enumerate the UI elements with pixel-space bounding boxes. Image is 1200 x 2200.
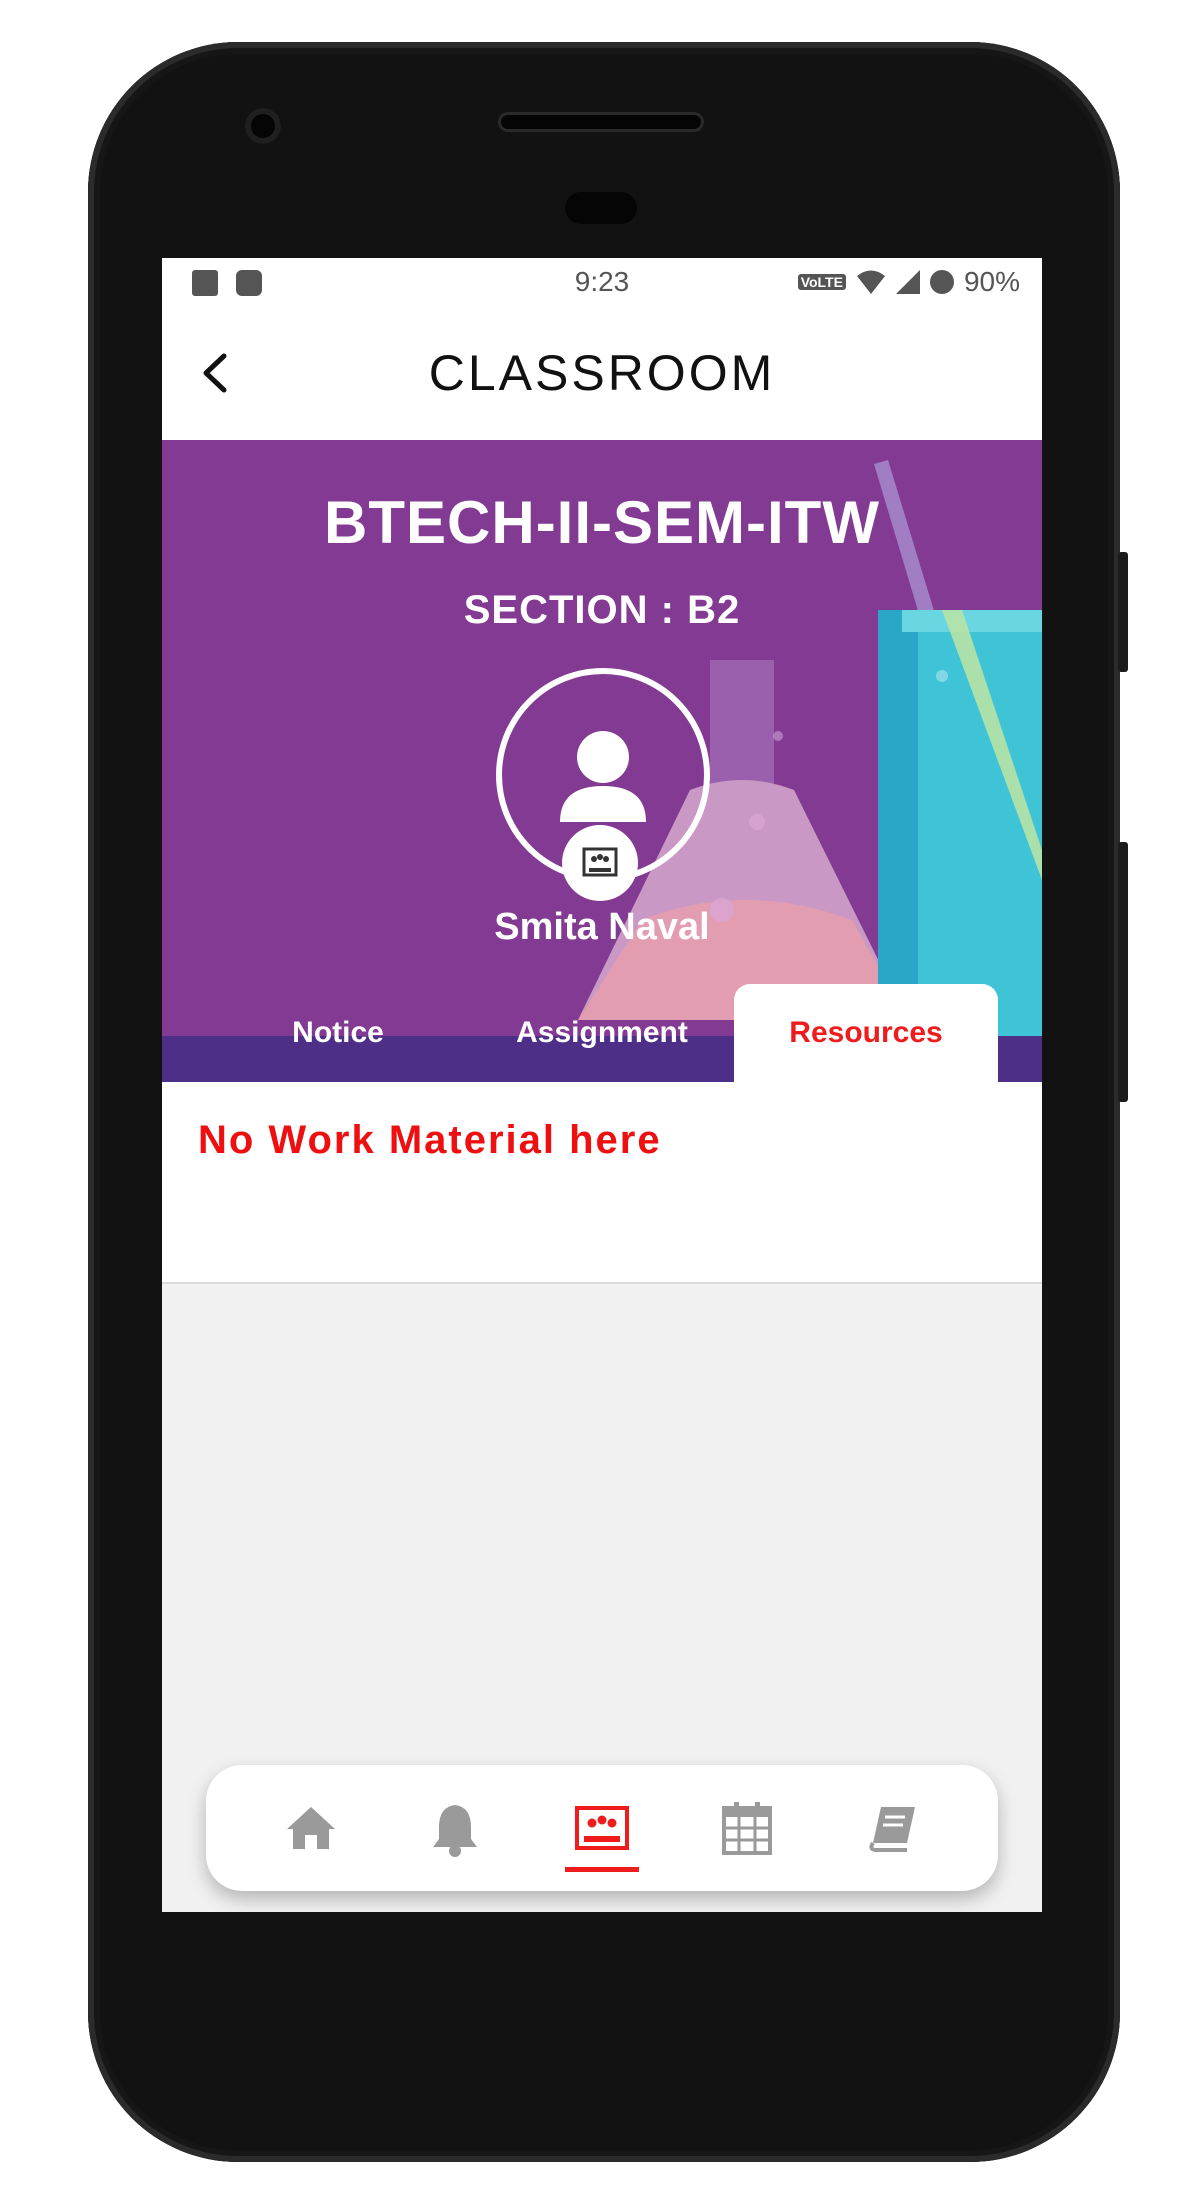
tab-notice[interactable]: Notice (206, 984, 470, 1082)
app-screen: 9:23 VoLTE 90% CLASSROOM BTECH-II-SEM-IT… (162, 258, 1042, 1912)
page-title: CLASSROOM (428, 345, 776, 401)
class-name: BTECH-II-SEM-ITW (324, 489, 880, 556)
book-icon (869, 1807, 915, 1852)
resources-panel: No Work Material here (162, 1082, 1042, 1284)
app-bar: CLASSROOM (162, 308, 1042, 440)
status-bar: 9:23 VoLTE 90% (162, 258, 1042, 308)
volte-icon: VoLTE (797, 274, 846, 290)
battery-icon (929, 270, 954, 294)
signal-icon (895, 270, 920, 294)
classroom-icon (575, 1806, 629, 1850)
power-button (1118, 552, 1128, 672)
nav-classroom[interactable] (567, 1793, 637, 1863)
nav-home[interactable] (276, 1793, 346, 1863)
teacher-name: Smita Naval (494, 906, 710, 948)
classroom-banner: BTECH-II-SEM-ITW SECTION : B2 Smita Nava… (162, 440, 1042, 1082)
volume-button (1118, 842, 1128, 1102)
classroom-badge-icon (562, 825, 638, 901)
device-stage: 9:23 VoLTE 90% CLASSROOM BTECH-II-SEM-IT… (0, 0, 1200, 2200)
active-tab-indicator (565, 1867, 639, 1872)
bell-icon (433, 1805, 477, 1857)
nav-notifications[interactable] (420, 1793, 490, 1863)
home-icon (287, 1807, 335, 1849)
tab-resources[interactable]: Resources (734, 984, 998, 1082)
sensor (565, 192, 637, 224)
nav-library[interactable] (857, 1793, 927, 1863)
earpiece-speaker (498, 112, 704, 132)
classroom-tabs: Notice Assignment Resources (162, 984, 1042, 1082)
wifi-icon (856, 270, 885, 294)
empty-state-message: No Work Material here (198, 1118, 662, 1162)
calendar-icon (722, 1802, 772, 1855)
tab-assignment[interactable]: Assignment (470, 984, 734, 1082)
battery-level: 90% (963, 266, 1020, 297)
front-camera (245, 108, 281, 144)
bottom-navigation (206, 1765, 998, 1891)
section-label: SECTION : B2 (463, 588, 741, 632)
nav-calendar[interactable] (712, 1793, 782, 1863)
status-indicators: VoLTE 90% (797, 266, 1020, 298)
